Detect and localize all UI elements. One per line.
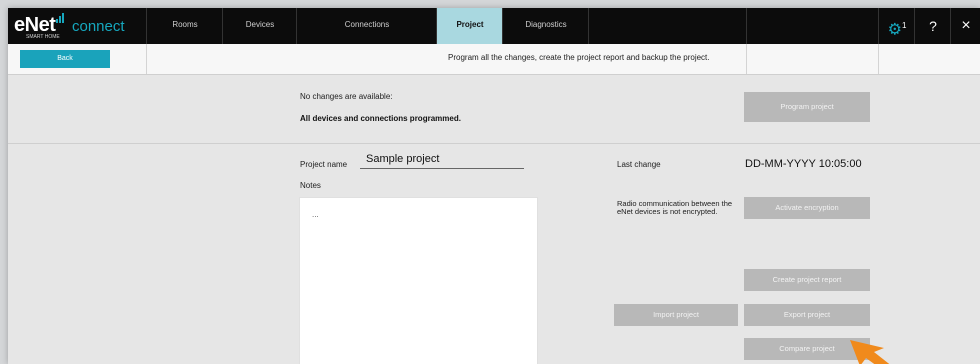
activate-encryption-button[interactable]: Activate encryption	[744, 197, 870, 219]
tab-devices[interactable]: Devices	[222, 8, 297, 44]
create-report-button[interactable]: Create project report	[744, 269, 870, 291]
close-icon: ×	[961, 17, 971, 34]
back-button[interactable]: Back	[20, 50, 110, 68]
tab-connections-label: Connections	[344, 20, 390, 29]
encryption-status-text: Radio communication between the eNet dev…	[617, 199, 733, 216]
last-change-label: Last change	[617, 160, 661, 169]
sub-header: Back Program all the changes, create the…	[8, 44, 980, 75]
signal-bars-icon	[56, 13, 64, 23]
project-name-input[interactable]: Sample project	[360, 153, 524, 169]
settings-button[interactable]: ⚙1	[878, 8, 915, 44]
tab-project-label: Project	[456, 20, 484, 29]
tab-rooms[interactable]: Rooms	[146, 8, 223, 44]
last-change-value: DD-MM-YYYY 10:05:00	[745, 158, 862, 170]
no-changes-text: No changes are available:	[300, 92, 393, 101]
import-project-button[interactable]: Import project	[614, 304, 738, 326]
notes-content: ...	[312, 210, 319, 219]
gear-icon: ⚙	[887, 21, 902, 39]
help-button[interactable]: ?	[914, 8, 951, 44]
export-project-button[interactable]: Export project	[744, 304, 870, 326]
notes-label: Notes	[300, 181, 321, 190]
enet-logo: eNet connect SMART HOME	[14, 12, 146, 40]
notes-textarea[interactable]: ...	[299, 197, 538, 364]
pointer-arrow-icon	[850, 340, 890, 364]
tab-project[interactable]: Project	[436, 8, 503, 44]
app-window: eNet connect SMART HOME Rooms Devices Co…	[8, 8, 980, 364]
instruction-text: Program all the changes, create the proj…	[448, 53, 710, 62]
logo-product: connect	[72, 18, 125, 35]
tab-empty-2	[746, 8, 879, 44]
close-button[interactable]: ×	[950, 8, 980, 44]
tab-empty-1	[588, 8, 747, 44]
logo-tagline: SMART HOME	[26, 34, 60, 40]
divider	[878, 44, 879, 74]
all-programmed-text: All devices and connections programmed.	[300, 114, 461, 123]
top-nav-bar: eNet connect SMART HOME Rooms Devices Co…	[8, 8, 980, 44]
settings-badge: 1	[901, 21, 907, 30]
tab-rooms-label: Rooms	[172, 20, 198, 29]
program-project-button[interactable]: Program project	[744, 92, 870, 122]
project-name-label: Project name	[300, 160, 348, 169]
divider	[746, 44, 747, 74]
divider	[146, 44, 147, 74]
tab-diagnostics[interactable]: Diagnostics	[502, 8, 589, 44]
tab-connections[interactable]: Connections	[296, 8, 437, 44]
tab-diagnostics-label: Diagnostics	[525, 20, 567, 29]
tab-devices-label: Devices	[245, 20, 275, 29]
help-icon: ?	[929, 18, 937, 34]
